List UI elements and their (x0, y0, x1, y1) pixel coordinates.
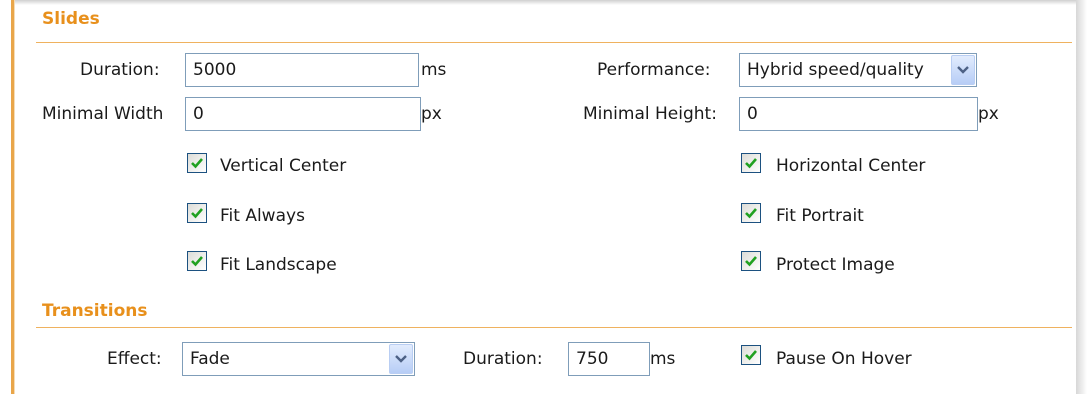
min-width-label: Minimal Width (42, 104, 164, 124)
slides-section-title: Slides (42, 9, 100, 29)
fit-always-checkbox[interactable] (187, 203, 207, 223)
checkmark-icon (191, 208, 203, 219)
transition-duration-input[interactable] (568, 342, 650, 376)
top-shadow (14, 0, 1080, 5)
performance-select[interactable]: Hybrid speed/quality (739, 53, 977, 87)
chevron-down-icon (395, 355, 407, 363)
fit-landscape-label: Fit Landscape (220, 255, 337, 275)
min-width-input[interactable] (185, 97, 421, 131)
pause-on-hover-label: Pause On Hover (776, 349, 912, 369)
transition-duration-unit: ms (650, 349, 676, 369)
performance-label: Performance: (597, 60, 711, 80)
vertical-center-label: Vertical Center (220, 156, 347, 176)
transition-duration-label: Duration: (463, 349, 543, 369)
protect-image-checkbox[interactable] (741, 251, 761, 271)
fit-portrait-label: Fit Portrait (776, 206, 864, 226)
settings-panel: Slides Duration: ms Performance: Hybrid … (0, 0, 1087, 394)
checkmark-icon (191, 256, 203, 267)
performance-select-value: Hybrid speed/quality (747, 60, 924, 80)
slides-section-divider (36, 42, 1072, 43)
min-height-unit: px (978, 104, 999, 124)
checkmark-icon (745, 350, 757, 361)
effect-select-value: Fade (190, 349, 230, 369)
checkmark-icon (745, 208, 757, 219)
horizontal-center-checkbox[interactable] (741, 153, 761, 173)
duration-unit: ms (421, 60, 447, 80)
vertical-center-checkbox[interactable] (187, 153, 207, 173)
checkmark-icon (745, 256, 757, 267)
fit-always-label: Fit Always (220, 206, 305, 226)
duration-input[interactable] (185, 53, 419, 87)
chevron-down-icon (957, 66, 969, 74)
fit-portrait-checkbox[interactable] (741, 203, 761, 223)
duration-label: Duration: (80, 60, 160, 80)
effect-label: Effect: (107, 349, 162, 369)
fit-landscape-checkbox[interactable] (187, 251, 207, 271)
transitions-section-divider (36, 327, 1072, 328)
min-width-unit: px (421, 104, 442, 124)
checkmark-icon (191, 158, 203, 169)
effect-select[interactable]: Fade (182, 342, 415, 376)
protect-image-label: Protect Image (776, 255, 895, 275)
left-accent-bar-highlight (14, 0, 15, 394)
performance-dropdown-button[interactable] (951, 55, 975, 85)
checkmark-icon (745, 158, 757, 169)
horizontal-center-label: Horizontal Center (776, 156, 926, 176)
transitions-section-title: Transitions (42, 301, 148, 321)
min-height-input[interactable] (739, 97, 978, 131)
pause-on-hover-checkbox[interactable] (741, 345, 761, 365)
right-shadow (1076, 0, 1087, 394)
min-height-label: Minimal Height: (583, 104, 717, 124)
effect-dropdown-button[interactable] (389, 344, 413, 374)
